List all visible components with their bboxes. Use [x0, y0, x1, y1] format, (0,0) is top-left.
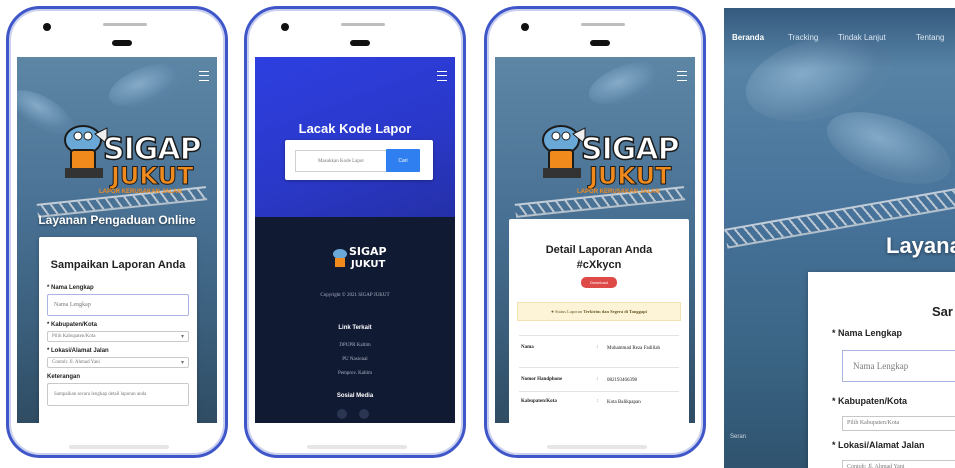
social-media-heading: Sosial Media	[336, 393, 374, 399]
report-code-input[interactable]: Masukkan Kode Lapor	[295, 150, 387, 172]
screen: Lacak Kode Lapor Masukkan Kode Lapor Car…	[255, 57, 455, 423]
detail-value: Kota Balikpapan	[607, 400, 641, 405]
copyright-text: Copyright © 2021 SIGAP JUKUT	[320, 293, 390, 298]
name-label: * Nama Lengkap	[47, 285, 94, 291]
sigap-jukut-logo: SIGAP JUKUT LAPOR KERUSAKAN JALAN	[539, 112, 680, 204]
address-input[interactable]: Contoh: Jl. Ahmad Yani	[47, 357, 189, 368]
divider	[519, 367, 679, 368]
social-icon[interactable]	[337, 409, 347, 419]
link-pu-nasional[interactable]: PU Nasional	[255, 357, 455, 362]
sensor	[590, 40, 610, 46]
detail-key: Nama	[521, 345, 534, 350]
detail-value: 082193466398	[607, 378, 637, 383]
nav-beranda[interactable]: Beranda	[732, 33, 764, 42]
logo-tagline: LAPOR KERUSAKAN JALAN	[577, 189, 660, 195]
detail-title: Detail Laporan Anda #cXkycn	[509, 243, 689, 273]
detail-value: Muhammad Reza Fadillah	[607, 346, 661, 351]
speaker	[341, 23, 385, 26]
search-button[interactable]: Cari	[386, 149, 420, 172]
tracking-form: Masukkan Kode Lapor Cari	[285, 140, 433, 180]
form-title: Sar	[932, 304, 953, 319]
divider	[519, 391, 679, 392]
sensor	[112, 40, 132, 46]
download-button[interactable]: Download	[581, 277, 617, 288]
description-textarea[interactable]: Sampaikan secara lengkap detail laporan …	[47, 383, 189, 406]
link-dpupr[interactable]: DPUPR Kaltim	[255, 343, 455, 348]
logo-text-jukut: JUKUT	[588, 162, 672, 191]
front-camera	[43, 23, 51, 31]
top-navbar: Beranda Tracking Tindak Lanjut Tentang	[724, 8, 955, 68]
link-pemprov[interactable]: Pemprov. Kaltim	[255, 371, 455, 376]
report-form-card: Sampaikan Laporan Anda * Nama Lengkap Na…	[39, 237, 197, 423]
fish-mascot-icon	[542, 125, 586, 178]
phone-mockup-tracking: Lacak Kode Lapor Masukkan Kode Lapor Car…	[244, 6, 466, 458]
name-input[interactable]: Nama Lengkap	[842, 350, 955, 382]
speaker	[103, 23, 147, 26]
divider	[519, 335, 679, 336]
description-label: Keterangan	[47, 374, 81, 380]
city-label: * Kabupaten/Kota	[47, 322, 98, 328]
screen: SIGAP JUKUT LAPOR KERUSAKAN JALAN Layana…	[17, 57, 217, 423]
name-input[interactable]: Nama Lengkap	[47, 294, 189, 316]
report-detail-card: Detail Laporan Anda #cXkycn Download ● S…	[509, 219, 689, 423]
home-indicator	[547, 445, 647, 449]
nav-tracking[interactable]: Tracking	[788, 33, 818, 42]
fish-mascot-icon	[64, 125, 108, 178]
address-label: * Lokasi/Alamat Jalan	[832, 440, 925, 450]
tracking-header	[255, 57, 455, 217]
detail-key: Kabupaten/Kota	[521, 399, 557, 404]
social-icon[interactable]	[359, 409, 369, 419]
report-form-card: Sar * Nama Lengkap Nama Lengkap * Kabupa…	[808, 272, 955, 468]
map-label: Seran	[730, 434, 747, 440]
address-input[interactable]: Contoh: Jl. Ahmad Yani	[842, 460, 955, 468]
menu-icon[interactable]	[437, 71, 447, 81]
menu-icon[interactable]	[199, 71, 209, 81]
front-camera	[281, 23, 289, 31]
desktop-preview: Beranda Tracking Tindak Lanjut Tentang L…	[724, 8, 955, 468]
report-code: #cXkycn	[576, 259, 622, 271]
tracking-title: Lacak Kode Lapor	[298, 121, 412, 136]
phone-mockup-report-detail: SIGAP JUKUT LAPOR KERUSAKAN JALAN Detail…	[484, 6, 706, 458]
address-label: * Lokasi/Alamat Jalan	[47, 348, 109, 354]
alert-status: Terkirim dan Segera di Tanggapi	[583, 309, 647, 314]
footer-logo: SIGAP JUKUT	[331, 243, 387, 277]
related-links-heading: Link Terkait	[338, 325, 372, 331]
alert-text: Status Laporan	[554, 309, 583, 314]
home-indicator	[69, 445, 169, 449]
phone-mockup-report-form: SIGAP JUKUT LAPOR KERUSAKAN JALAN Layana…	[6, 6, 228, 458]
city-label: * Kabupaten/Kota	[832, 396, 908, 406]
form-title: Sampaikan Laporan Anda	[50, 259, 186, 271]
logo-tagline: LAPOR KERUSAKAN JALAN	[99, 189, 182, 195]
footer-logo-text-jukut: JUKUT	[351, 259, 386, 270]
home-indicator	[307, 445, 407, 449]
screen: SIGAP JUKUT LAPOR KERUSAKAN JALAN Detail…	[495, 57, 695, 423]
city-select[interactable]: Pilih Kabupaten/Kota	[47, 331, 189, 342]
footer-logo-text-sigap: SIGAP	[349, 245, 387, 258]
sigap-jukut-logo: SIGAP JUKUT LAPOR KERUSAKAN JALAN	[61, 112, 202, 204]
info-icon: ●	[551, 309, 554, 314]
name-label: * Nama Lengkap	[832, 328, 903, 338]
hero-subtitle: Layanan Pengaduan Online	[38, 213, 196, 227]
menu-icon[interactable]	[677, 71, 687, 81]
speaker	[581, 23, 625, 26]
status-alert: ● Status Laporan Terkirim dan Segera di …	[517, 302, 681, 321]
front-camera	[521, 23, 529, 31]
detail-key: Nomor Handphone	[521, 377, 563, 382]
nav-tentang[interactable]: Tentang	[916, 33, 944, 42]
nav-tindak-lanjut[interactable]: Tindak Lanjut	[838, 33, 886, 42]
detail-title-text: Detail Laporan Anda	[545, 244, 653, 256]
sensor	[350, 40, 370, 46]
hero-subtitle: Layana	[886, 233, 955, 258]
city-select[interactable]: Pilih Kabupaten/Kota	[842, 416, 955, 431]
fish-mascot-icon	[333, 249, 347, 267]
logo-text-jukut: JUKUT	[110, 162, 194, 191]
